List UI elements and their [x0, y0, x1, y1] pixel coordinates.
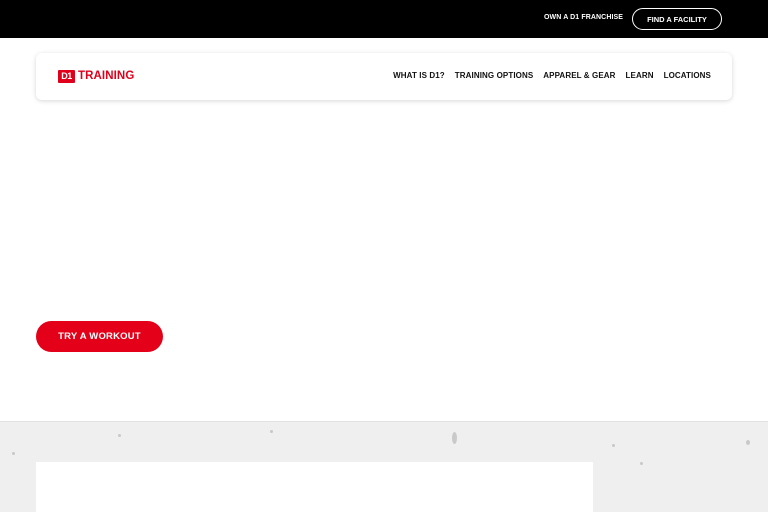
textured-section: [0, 421, 768, 522]
texture-speck: [612, 444, 615, 447]
content-card: [36, 462, 593, 522]
texture-speck: [746, 440, 750, 445]
nav-locations[interactable]: LOCATIONS: [664, 71, 711, 80]
try-workout-button[interactable]: TRY A WORKOUT: [36, 321, 163, 352]
texture-speck: [640, 462, 643, 465]
texture-speck: [118, 434, 121, 437]
nav-apparel-gear[interactable]: APPAREL & GEAR: [543, 71, 615, 80]
own-franchise-link[interactable]: OWN A D1 FRANCHISE: [544, 14, 623, 21]
main-nav: WHAT IS D1? TRAINING OPTIONS APPAREL & G…: [393, 71, 711, 80]
find-facility-button[interactable]: FIND A FACILITY: [632, 8, 722, 30]
logo-text: TRAINING: [78, 70, 135, 82]
main-header: D1 TRAINING WHAT IS D1? TRAINING OPTIONS…: [36, 53, 732, 100]
d1-training-logo[interactable]: D1 TRAINING: [58, 69, 134, 83]
nav-training-options[interactable]: TRAINING OPTIONS: [455, 71, 534, 80]
texture-speck: [452, 432, 457, 444]
top-utility-bar: OWN A D1 FRANCHISE FIND A FACILITY: [0, 0, 768, 38]
nav-what-is-d1[interactable]: WHAT IS D1?: [393, 71, 445, 80]
texture-speck: [270, 430, 273, 433]
nav-learn[interactable]: LEARN: [626, 71, 654, 80]
logo-mark: D1: [58, 69, 75, 83]
texture-speck: [12, 452, 15, 455]
